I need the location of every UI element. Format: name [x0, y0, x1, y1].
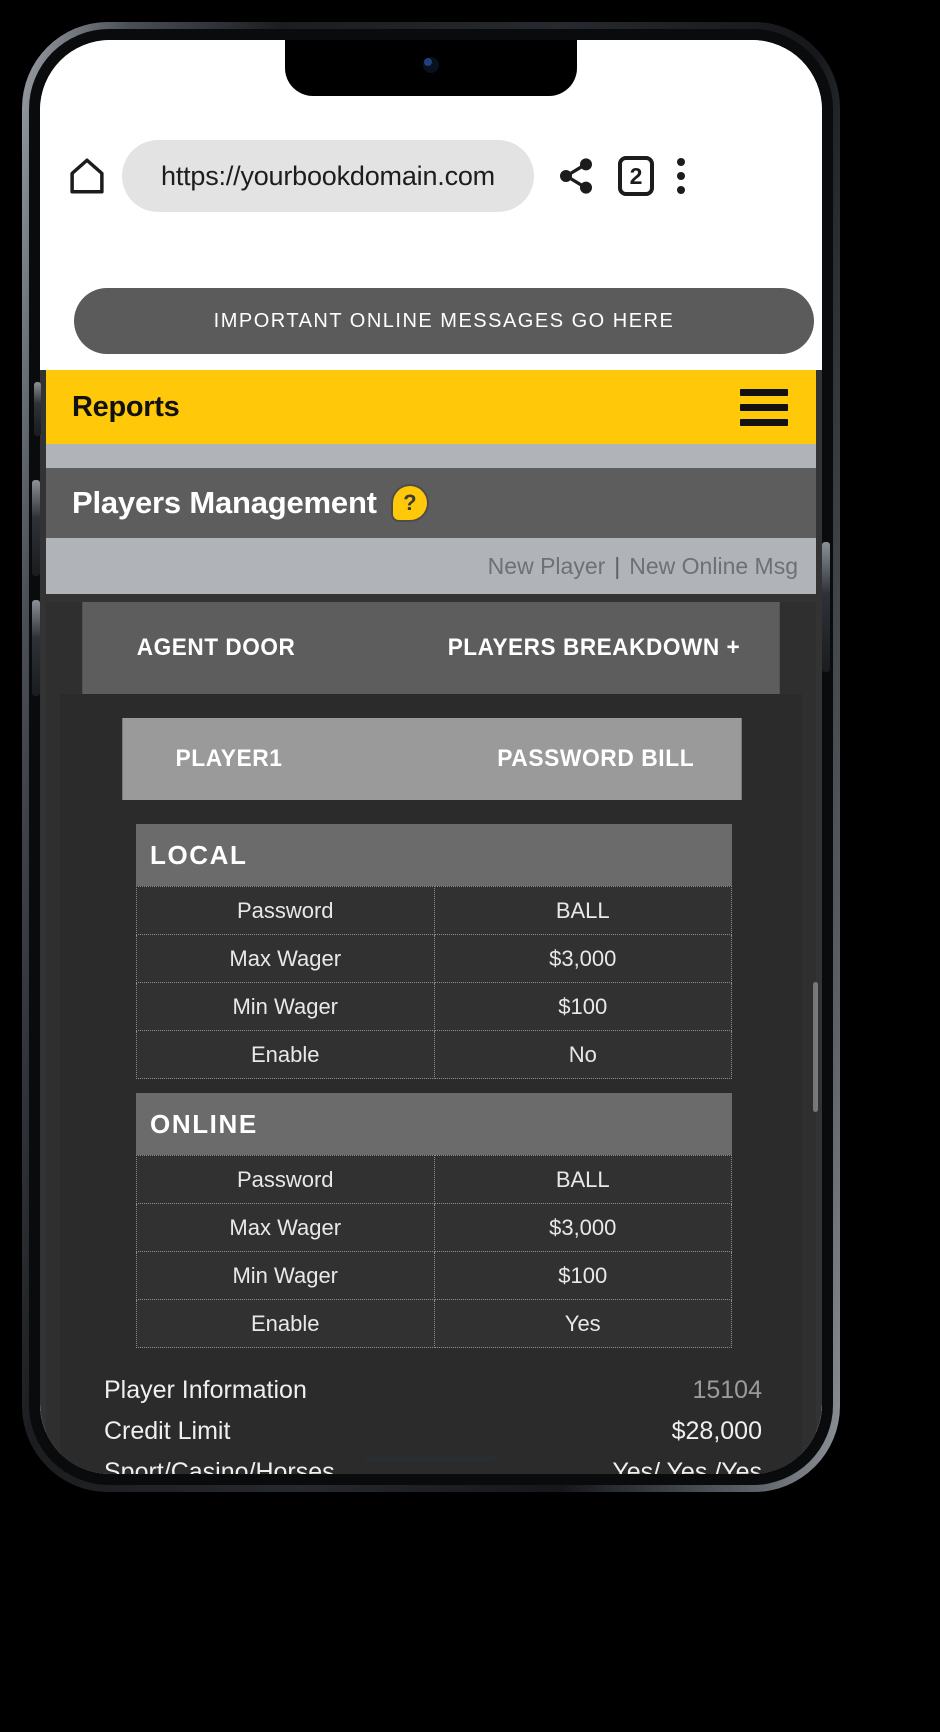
list-item: Credit Limit $28,000	[104, 1411, 762, 1452]
agent-breakdown-bar: AGENT DOOR PLAYERS BREAKDOWN +	[82, 602, 780, 694]
scrollbar[interactable]	[813, 982, 818, 1112]
silent-switch[interactable]	[34, 382, 41, 436]
row-label: Min Wager	[136, 1251, 435, 1300]
volume-up-button[interactable]	[32, 480, 40, 576]
table-row: Max Wager $3,000	[136, 1203, 732, 1252]
power-button[interactable]	[822, 542, 830, 672]
new-player-link[interactable]: New Player	[488, 553, 606, 580]
info-value: $28,000	[671, 1417, 762, 1445]
row-value: BALL	[433, 886, 732, 935]
link-separator: |	[614, 552, 621, 579]
row-label: Password	[136, 886, 435, 935]
new-online-msg-link[interactable]: New Online Msg	[629, 553, 798, 580]
online-messages-banner[interactable]: IMPORTANT ONLINE MESSAGES GO HERE	[74, 288, 814, 354]
url-input[interactable]: https://yourbookdomain.com	[122, 140, 534, 212]
home-icon[interactable]	[66, 155, 108, 197]
row-label: Enable	[136, 1030, 435, 1079]
volume-down-button[interactable]	[32, 600, 40, 696]
info-label: Credit Limit	[104, 1417, 231, 1445]
info-label: Sport/Casino/Horses	[104, 1458, 335, 1474]
help-icon[interactable]: ?	[392, 486, 427, 520]
app-header: Reports	[46, 370, 816, 444]
row-label: Max Wager	[136, 934, 435, 983]
players-breakdown-tab[interactable]: PLAYERS BREAKDOWN +	[448, 634, 741, 662]
online-table: Password BALL Max Wager $3,000 Min Wager…	[136, 1155, 732, 1348]
row-value: $3,000	[433, 1203, 732, 1252]
share-icon[interactable]	[556, 156, 596, 196]
info-label: Player Information	[104, 1376, 307, 1404]
page-title-bar: Players Management ?	[46, 468, 816, 538]
table-row: Max Wager $3,000	[136, 934, 732, 983]
tab-count-button[interactable]: 2	[618, 156, 654, 196]
web-app: Reports Players Management ? New Player …	[40, 370, 822, 1474]
web-app-inner: Reports Players Management ? New Player …	[46, 370, 816, 1474]
page-title: Players Management	[72, 485, 377, 520]
row-value: BALL	[433, 1155, 732, 1204]
home-indicator	[365, 1455, 497, 1462]
front-camera	[420, 54, 442, 76]
table-row: Password BALL	[136, 1155, 732, 1204]
online-section: ONLINE Password BALL Max Wager $3,000 Mi…	[136, 1093, 732, 1348]
info-value: Yes/ Yes /Yes	[612, 1458, 762, 1474]
banner-text: IMPORTANT ONLINE MESSAGES GO HERE	[213, 309, 675, 332]
row-label: Enable	[136, 1299, 435, 1348]
row-value: $100	[433, 982, 732, 1031]
header-divider	[46, 444, 816, 468]
phone-screen: https://yourbookdomain.com 2 IMPORTANT O…	[40, 40, 822, 1474]
local-section-title: LOCAL	[136, 824, 732, 886]
table-row: Enable Yes	[136, 1299, 732, 1348]
help-glyph: ?	[403, 490, 417, 515]
local-section: LOCAL Password BALL Max Wager $3,000 Min…	[136, 824, 732, 1079]
row-label: Min Wager	[136, 982, 435, 1031]
row-label: Max Wager	[136, 1203, 435, 1252]
player-summary-bar: PLAYER1 PASSWORD BILL	[122, 718, 742, 800]
hamburger-menu-icon[interactable]	[740, 388, 788, 426]
browser-toolbar: https://yourbookdomain.com 2	[40, 126, 822, 226]
tab-count-label: 2	[629, 162, 643, 189]
table-row: Min Wager $100	[136, 982, 732, 1031]
quick-links: New Player | New Online Msg	[46, 538, 816, 594]
info-value: 15104	[692, 1376, 762, 1404]
row-label: Password	[136, 1155, 435, 1204]
row-value: Yes	[433, 1299, 732, 1348]
player-card: PLAYER1 PASSWORD BILL LOCAL Password BAL…	[60, 694, 802, 1474]
app-title: Reports	[72, 390, 180, 423]
list-item: Player Information 15104	[104, 1370, 762, 1411]
phone-frame: https://yourbookdomain.com 2 IMPORTANT O…	[22, 22, 840, 1492]
table-row: Min Wager $100	[136, 1251, 732, 1300]
row-value: $3,000	[433, 934, 732, 983]
row-value: $100	[433, 1251, 732, 1300]
row-value: No	[433, 1030, 732, 1079]
browser-window: https://yourbookdomain.com 2 IMPORTANT O…	[40, 40, 822, 1474]
phone-bezel: https://yourbookdomain.com 2 IMPORTANT O…	[29, 29, 833, 1485]
player-name: PLAYER1	[175, 745, 283, 772]
table-row: Password BALL	[136, 886, 732, 935]
overflow-menu-icon[interactable]	[676, 158, 686, 194]
player-password-label: PASSWORD BILL	[497, 745, 695, 772]
local-table: Password BALL Max Wager $3,000 Min Wager…	[136, 886, 732, 1079]
online-section-title: ONLINE	[136, 1093, 732, 1155]
table-row: Enable No	[136, 1030, 732, 1079]
content-panel: AGENT DOOR PLAYERS BREAKDOWN + PLAYER1 P…	[46, 602, 816, 1474]
agent-door-tab[interactable]: AGENT DOOR	[137, 634, 296, 662]
browser-actions: 2	[556, 156, 686, 196]
url-text: https://yourbookdomain.com	[161, 160, 495, 191]
phone-notch	[285, 40, 577, 96]
screenshot-root: https://yourbookdomain.com 2 IMPORTANT O…	[0, 0, 940, 1732]
